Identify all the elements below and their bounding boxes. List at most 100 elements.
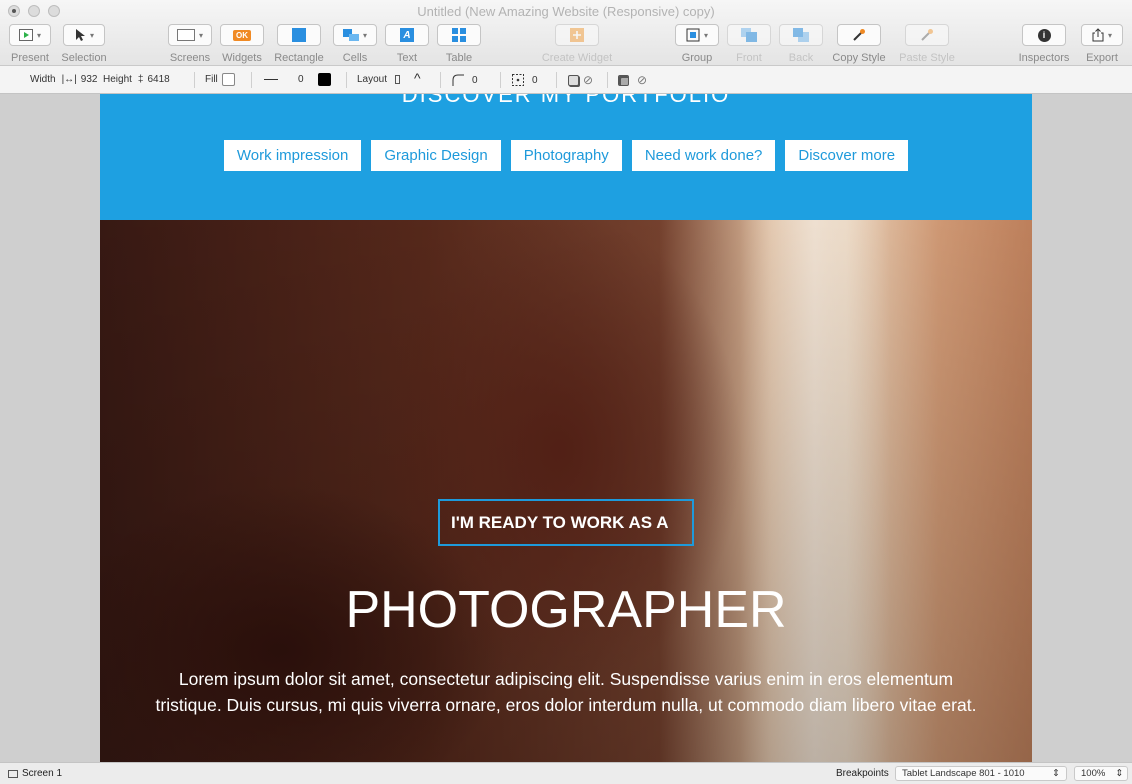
properties-bar: Width |↔| 932 Height ‡ 6418 Fill 0 Layou… bbox=[0, 66, 1132, 94]
hero-title[interactable]: PHOTOGRAPHER bbox=[100, 580, 1032, 640]
text-button[interactable]: A Text bbox=[384, 24, 430, 64]
shadow-toggle[interactable]: ⊘ bbox=[568, 73, 593, 87]
group-icon bbox=[686, 28, 700, 42]
export-button[interactable]: ▾ Export bbox=[1080, 24, 1124, 64]
play-icon bbox=[18, 29, 33, 41]
bring-front-button[interactable]: Front bbox=[726, 24, 772, 64]
rectangle-button[interactable]: Rectangle bbox=[270, 24, 328, 64]
cells-label: Cells bbox=[342, 52, 368, 64]
height-arrows-icon: ‡ bbox=[137, 74, 144, 85]
padding-icon bbox=[512, 74, 524, 86]
nav-need-work-button[interactable]: Need work done? bbox=[631, 140, 776, 171]
chevron-updown-icon: ⇕ bbox=[1052, 768, 1060, 779]
screen-icon bbox=[176, 29, 195, 41]
rectangle-label: Rectangle bbox=[274, 52, 324, 64]
eyedropper-icon bbox=[853, 29, 865, 41]
copy-style-button[interactable]: Copy Style bbox=[828, 24, 890, 64]
send-back-button[interactable]: Back bbox=[778, 24, 824, 64]
corner-radius-field[interactable]: 0 bbox=[452, 74, 478, 86]
stroke-value[interactable]: 0 bbox=[298, 74, 304, 85]
inner-shadow-icon bbox=[618, 74, 629, 86]
layout-field[interactable]: Layout bbox=[357, 74, 401, 85]
nav-discover-more-button[interactable]: Discover more bbox=[785, 140, 909, 171]
cursor-arrow-icon bbox=[75, 29, 85, 41]
present-button[interactable]: ▾ Present bbox=[6, 24, 54, 64]
shadow-swatch-icon bbox=[568, 74, 579, 86]
zoom-select[interactable]: 100% ⇕ bbox=[1074, 766, 1128, 781]
nav-graphic-design-button[interactable]: Graphic Design bbox=[371, 140, 501, 171]
text-icon: A bbox=[400, 28, 414, 42]
portfolio-heading[interactable]: DISCOVER MY PORTFOLIO bbox=[100, 94, 1032, 108]
height-field[interactable]: Height ‡ 6418 bbox=[103, 74, 170, 85]
hero-paragraph[interactable]: Lorem ipsum dolor sit amet, consectetur … bbox=[150, 666, 982, 718]
chevron-updown-icon: ⇕ bbox=[1115, 768, 1124, 779]
no-inner-shadow-icon: ⊘ bbox=[637, 73, 648, 87]
fill-color-swatch[interactable] bbox=[221, 73, 235, 86]
widgets-button[interactable]: OK Widgets bbox=[218, 24, 266, 64]
nav-work-impression-button[interactable]: Work impression bbox=[223, 140, 362, 171]
fill-field[interactable]: Fill bbox=[205, 73, 235, 86]
inner-shadow-toggle[interactable]: ⊘ bbox=[618, 73, 647, 87]
portfolio-header-section[interactable]: DISCOVER MY PORTFOLIO Work impression Gr… bbox=[100, 94, 1032, 220]
table-button[interactable]: Table bbox=[436, 24, 482, 64]
bring-front-icon bbox=[741, 28, 757, 42]
height-value[interactable]: 6418 bbox=[147, 74, 169, 85]
rectangle-icon bbox=[292, 28, 306, 42]
breakpoint-select[interactable]: Tablet Landscape 801 - 1010 ⇕ bbox=[895, 766, 1067, 781]
info-icon: i bbox=[1037, 28, 1051, 42]
chevron-up-icon[interactable]: ^ bbox=[414, 70, 421, 86]
text-label: Text bbox=[396, 52, 418, 64]
width-field[interactable]: Width |↔| 932 bbox=[30, 74, 97, 85]
padding-field[interactable]: 0 bbox=[512, 74, 538, 86]
chevron-down-icon: ▾ bbox=[362, 30, 367, 40]
breakpoints-label: Breakpoints bbox=[836, 768, 889, 779]
portfolio-nav: Work impression Graphic Design Photograp… bbox=[100, 140, 1032, 171]
stroke-line-icon bbox=[264, 79, 278, 80]
inspectors-button[interactable]: i Inspectors bbox=[1014, 24, 1074, 64]
layout-label: Layout bbox=[357, 74, 388, 85]
no-shadow-icon: ⊘ bbox=[583, 73, 594, 87]
paste-style-icon bbox=[921, 29, 933, 41]
paste-style-button[interactable]: Paste Style bbox=[894, 24, 960, 64]
width-label: Width bbox=[30, 74, 56, 85]
copy-style-label: Copy Style bbox=[832, 52, 886, 64]
create-widget-button[interactable]: Create Widget bbox=[534, 24, 620, 64]
chevron-down-icon: ▾ bbox=[1107, 30, 1112, 40]
zoom-value: 100% bbox=[1081, 768, 1106, 779]
hero-section[interactable]: I'M READY TO WORK AS A PHOTOGRAPHER Lore… bbox=[100, 220, 1032, 762]
present-label: Present bbox=[11, 52, 49, 64]
status-bar: Screen 1 Breakpoints Tablet Landscape 80… bbox=[0, 762, 1132, 784]
group-button[interactable]: ▾ Group bbox=[674, 24, 720, 64]
export-label: Export bbox=[1086, 52, 1118, 64]
height-label: Height bbox=[103, 74, 132, 85]
cells-button[interactable]: ▾ Cells bbox=[332, 24, 378, 64]
page-artboard[interactable]: DISCOVER MY PORTFOLIO Work impression Gr… bbox=[100, 94, 1032, 762]
table-icon bbox=[452, 28, 466, 42]
ready-text-box[interactable]: I'M READY TO WORK AS A bbox=[438, 499, 694, 546]
stroke-color-swatch[interactable] bbox=[318, 73, 331, 86]
breakpoint-value: Tablet Landscape 801 - 1010 bbox=[902, 768, 1025, 779]
send-back-icon bbox=[793, 28, 809, 42]
padding-value[interactable]: 0 bbox=[532, 75, 538, 86]
plus-icon bbox=[570, 28, 584, 42]
nav-photography-button[interactable]: Photography bbox=[510, 140, 622, 171]
back-label: Back bbox=[788, 52, 814, 64]
radius-value[interactable]: 0 bbox=[472, 75, 478, 86]
screen-selector[interactable]: Screen 1 bbox=[8, 768, 62, 779]
design-canvas[interactable]: DISCOVER MY PORTFOLIO Work impression Gr… bbox=[0, 94, 1132, 762]
selection-label: Selection bbox=[61, 52, 107, 64]
selection-button[interactable]: ▾ Selection bbox=[58, 24, 110, 64]
layout-icon bbox=[395, 75, 401, 84]
fill-label: Fill bbox=[205, 74, 218, 85]
inspectors-label: Inspectors bbox=[1018, 52, 1070, 64]
stroke-field[interactable]: 0 bbox=[264, 74, 304, 85]
screen-label: Screen 1 bbox=[22, 768, 63, 779]
screens-label: Screens bbox=[169, 52, 211, 64]
width-value[interactable]: 932 bbox=[81, 74, 98, 85]
widgets-label: Widgets bbox=[222, 52, 262, 64]
window-toolbar: Untitled (New Amazing Website (Responsiv… bbox=[0, 0, 1132, 66]
widgets-icon: OK bbox=[233, 29, 251, 41]
table-label: Table bbox=[445, 52, 473, 64]
screens-button[interactable]: ▾ Screens bbox=[167, 24, 213, 64]
create-widget-label: Create Widget bbox=[541, 52, 613, 64]
